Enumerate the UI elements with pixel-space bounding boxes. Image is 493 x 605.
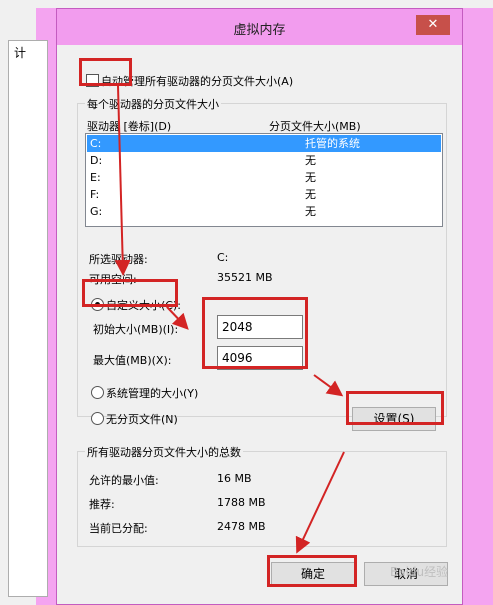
watermark: Baidu经验: [390, 565, 449, 579]
max-size-label: 最大值(MB)(X):: [93, 354, 172, 367]
recommended-value: 1788 MB: [217, 496, 266, 509]
drive-size: 无: [305, 188, 316, 201]
drive-letter: C:: [90, 137, 102, 150]
allocated-value: 2478 MB: [217, 520, 266, 533]
drive-row[interactable]: E: 无: [87, 169, 441, 186]
drive-row[interactable]: G: 无: [87, 203, 441, 220]
min-allowed-value: 16 MB: [217, 472, 252, 485]
drive-size: 无: [305, 154, 316, 167]
allocated-label: 当前已分配:: [89, 522, 148, 535]
dialog-body: 自动管理所有驱动器的分页文件大小(A) 每个驱动器的分页文件大小 驱动器 [卷标…: [65, 45, 454, 598]
drive-letter: G:: [90, 205, 103, 218]
free-space-value: 35521 MB: [217, 271, 273, 284]
no-paging-radio[interactable]: [91, 412, 104, 425]
column-header-size: 分页文件大小(MB): [269, 120, 361, 133]
set-button[interactable]: 设置(S): [352, 407, 436, 431]
background-frame-right: [462, 8, 493, 605]
background-tab[interactable]: 计: [14, 44, 26, 61]
background-panel: [8, 40, 48, 597]
totals-group-label: 所有驱动器分页文件大小的总数: [85, 444, 243, 460]
custom-size-radio[interactable]: [91, 298, 104, 311]
auto-manage-label[interactable]: 自动管理所有驱动器的分页文件大小(A): [101, 73, 293, 89]
drive-letter: E:: [90, 171, 101, 184]
drive-letter: F:: [90, 188, 100, 201]
drive-list[interactable]: C: 托管的系统 D: 无 E: 无 F: 无 G: 无: [85, 133, 443, 227]
free-space-label: 可用空间:: [89, 273, 137, 286]
drive-row[interactable]: F: 无: [87, 186, 441, 203]
drive-letter: D:: [90, 154, 103, 167]
min-allowed-label: 允许的最小值:: [89, 474, 159, 487]
per-drive-group-label: 每个驱动器的分页文件大小: [85, 96, 221, 112]
custom-size-label[interactable]: 自定义大小(C):: [106, 297, 181, 313]
drive-size: 无: [305, 171, 316, 184]
close-button[interactable]: ✕: [416, 15, 450, 35]
initial-size-label: 初始大小(MB)(I):: [93, 323, 179, 336]
initial-size-input[interactable]: 2048: [217, 315, 303, 339]
title-bar: 虚拟内存 ✕: [57, 9, 462, 45]
column-header-drive: 驱动器 [卷标](D): [87, 120, 172, 133]
drive-size: 托管的系统: [305, 137, 360, 150]
virtual-memory-dialog: 虚拟内存 ✕ 自动管理所有驱动器的分页文件大小(A) 每个驱动器的分页文件大小 …: [56, 8, 463, 605]
drive-size: 无: [305, 205, 316, 218]
max-size-input[interactable]: 4096: [217, 346, 303, 370]
selected-drive-value: C:: [217, 251, 229, 264]
system-managed-radio[interactable]: [91, 386, 104, 399]
drive-row[interactable]: D: 无: [87, 152, 441, 169]
selected-drive-label: 所选驱动器:: [89, 253, 148, 266]
dialog-title: 虚拟内存: [233, 23, 286, 38]
no-paging-label[interactable]: 无分页文件(N): [106, 411, 178, 427]
system-managed-label[interactable]: 系统管理的大小(Y): [106, 385, 198, 401]
ok-button[interactable]: 确定: [271, 562, 355, 586]
auto-manage-checkbox[interactable]: [86, 74, 99, 87]
recommended-label: 推荐:: [89, 498, 115, 511]
drive-row[interactable]: C: 托管的系统: [87, 135, 441, 152]
